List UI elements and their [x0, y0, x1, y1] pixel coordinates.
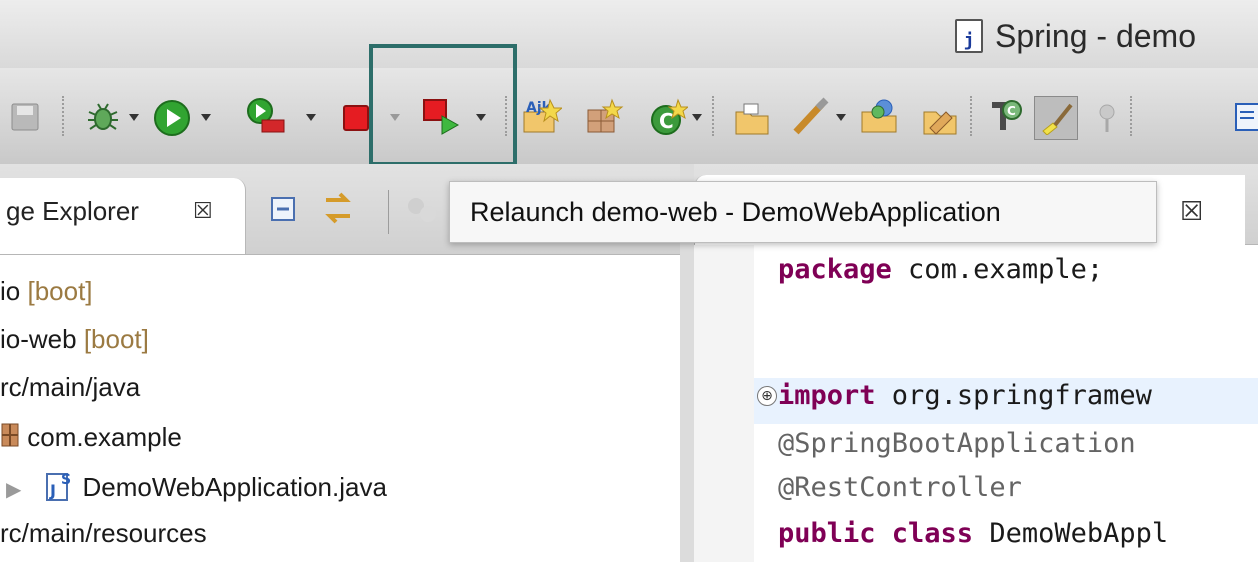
package-icon — [1, 423, 19, 447]
new-class-icon[interactable]: C — [648, 98, 688, 138]
list-item[interactable]: io-web [boot] — [0, 324, 149, 355]
toolbar-separator — [712, 96, 714, 136]
code-line[interactable]: @SpringBootApplication — [778, 428, 1136, 459]
toggle-icon[interactable] — [1092, 100, 1122, 134]
link-with-editor-icon[interactable] — [322, 190, 358, 226]
highlight-brush-icon — [1042, 103, 1073, 135]
list-item[interactable]: rc/main/resources — [0, 518, 207, 549]
collapse-all-icon[interactable] — [268, 194, 298, 224]
open-perspective-icon[interactable] — [920, 98, 960, 138]
debug-dropdown-icon[interactable] — [129, 114, 139, 121]
list-item[interactable]: ▶ J S DemoWebApplication.java — [0, 468, 387, 503]
outline-icon[interactable] — [1234, 100, 1258, 134]
tooltip-text: Relaunch demo-web - DemoWebApplication — [470, 196, 1001, 227]
list-item[interactable]: io [boot] — [0, 276, 93, 307]
window-title-text: Spring - demo — [995, 17, 1196, 54]
java-file-icon: j — [955, 19, 983, 53]
svg-text:C: C — [1007, 104, 1016, 118]
list-item[interactable]: com.example — [0, 420, 182, 453]
toolbar-separator — [1130, 96, 1132, 136]
code-line[interactable]: package com.example; — [778, 254, 1103, 285]
view-menu-icon[interactable] — [404, 192, 444, 228]
spring-java-file-icon: J S — [46, 472, 71, 501]
code-line[interactable]: @RestController — [778, 472, 1022, 503]
svg-text:C: C — [659, 109, 674, 133]
new-package-icon[interactable] — [584, 98, 624, 138]
list-item[interactable]: rc/main/java — [0, 372, 140, 403]
package-explorer-close-icon[interactable]: ☒ — [193, 198, 213, 224]
toolbar-separator — [505, 96, 507, 136]
window-title: j Spring - demo — [955, 14, 1196, 58]
editor-tab-close-icon[interactable]: ☒ — [1180, 196, 1203, 227]
search-dropdown-icon[interactable] — [836, 114, 846, 121]
open-type-icon[interactable] — [732, 98, 772, 138]
expand-arrow-icon[interactable]: ▶ — [6, 477, 28, 502]
code-line[interactable]: public class DemoWebAppl — [778, 518, 1168, 549]
open-task-icon[interactable] — [858, 96, 900, 138]
relaunch-tooltip: Relaunch demo-web - DemoWebApplication — [449, 181, 1157, 243]
view-toolbar-separator — [388, 190, 389, 234]
fold-expand-icon[interactable]: ⊕ — [757, 386, 777, 406]
breakpoint-icon[interactable]: C — [986, 96, 1026, 138]
coverage-dropdown-icon[interactable] — [306, 114, 316, 121]
new-java-project-icon[interactable]: Ajk — [520, 96, 562, 138]
save-icon[interactable] — [8, 100, 42, 134]
relaunch-highlight-box — [369, 44, 517, 166]
svg-text:J: J — [49, 481, 56, 500]
editor-gutter — [694, 245, 754, 562]
run-icon[interactable] — [152, 98, 192, 138]
highlight-brush-button[interactable] — [1034, 96, 1078, 140]
coverage-icon[interactable] — [244, 96, 288, 136]
package-explorer-tab-title: ge Explorer — [6, 196, 139, 226]
toolbar-separator — [62, 96, 64, 136]
toolbar-separator — [970, 96, 972, 136]
svg-text:S: S — [61, 472, 71, 488]
new-class-dropdown-icon[interactable] — [692, 114, 702, 121]
code-line[interactable]: import org.springframew — [778, 380, 1152, 411]
search-icon[interactable] — [790, 96, 832, 138]
run-dropdown-icon[interactable] — [201, 114, 211, 121]
debug-icon[interactable] — [84, 98, 122, 136]
